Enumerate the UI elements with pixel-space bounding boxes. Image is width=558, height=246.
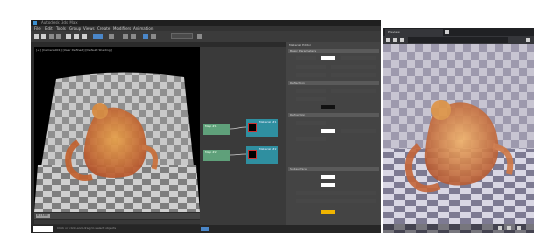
render-icon[interactable]	[197, 34, 202, 39]
section-basic[interactable]: Basic Parameters	[288, 49, 379, 53]
viewer-controls	[383, 224, 534, 233]
browser-toolbar	[383, 36, 534, 44]
section-refraction[interactable]: Refraction	[288, 113, 379, 117]
material-editor-icon[interactable]	[151, 34, 156, 39]
refraction-swatch[interactable]	[321, 129, 335, 133]
browser-window: Preview	[383, 28, 534, 233]
param-field-9[interactable]	[341, 129, 376, 133]
key-mode-icon[interactable]	[201, 227, 209, 231]
param-field-6[interactable]	[331, 89, 376, 93]
node-wires	[229, 126, 247, 156]
track-bar[interactable]	[34, 220, 200, 224]
diffuse-swatch[interactable]	[321, 56, 335, 60]
main-toolbar	[31, 31, 381, 42]
redo-icon[interactable]	[41, 34, 46, 39]
param-field-10[interactable]	[296, 137, 326, 141]
render-setup-icon[interactable]	[143, 34, 148, 39]
max-window: Autodesk 3ds Max File Edit Tools Group V…	[31, 20, 381, 233]
param-field-4[interactable]	[331, 73, 376, 77]
pan-icon[interactable]	[498, 226, 502, 230]
sss-swatch-2[interactable]	[321, 183, 335, 187]
param-field-12[interactable]	[296, 199, 376, 203]
frame-readout: 0 / 100	[37, 213, 48, 217]
section-basic-label: Basic Parameters	[290, 49, 317, 53]
node-editor[interactable]: Map #1 Material #1 Map #2 Material #2	[200, 47, 286, 225]
window-title: Autodesk 3ds Max	[41, 20, 78, 25]
new-tab-icon[interactable]	[445, 30, 449, 34]
section-subsurface-label: Subsurface	[290, 167, 307, 171]
render-preview	[383, 44, 534, 233]
param-field-8[interactable]	[296, 121, 326, 125]
undo-icon[interactable]	[34, 34, 39, 39]
reflection-swatch[interactable]	[321, 105, 335, 109]
param-field-7[interactable]	[296, 97, 326, 101]
browser-tab-title: Preview	[388, 30, 400, 34]
status-bar: Click or click-and-drag to select object…	[31, 225, 381, 233]
move-icon[interactable]	[74, 34, 79, 39]
section-subsurface[interactable]: Subsurface	[288, 167, 379, 171]
viewport[interactable]: [+] [Camera001] [User Defined] [Default …	[34, 47, 200, 212]
render-scene	[34, 72, 200, 212]
forward-icon[interactable]	[393, 38, 397, 42]
roughness-field[interactable]	[341, 56, 376, 60]
status-text: Click or click-and-drag to select object…	[57, 226, 117, 230]
param-field-1[interactable]	[296, 65, 326, 69]
fullscreen-icon[interactable]	[517, 226, 521, 230]
menu-icon[interactable]	[526, 38, 530, 42]
param-field-5[interactable]	[296, 89, 326, 93]
refresh-icon[interactable]	[400, 38, 404, 42]
select-icon[interactable]	[66, 34, 71, 39]
orange-swatch[interactable]	[321, 210, 335, 214]
address-bar[interactable]	[408, 37, 508, 43]
unlink-icon[interactable]	[56, 34, 61, 39]
link-icon[interactable]	[49, 34, 54, 39]
snap-icon[interactable]	[109, 34, 114, 39]
browser-tab[interactable]: Preview	[385, 29, 443, 36]
back-icon[interactable]	[386, 38, 390, 42]
param-field-3[interactable]	[296, 73, 326, 77]
time-slider[interactable]: 0 / 100	[34, 213, 200, 219]
section-reflection-label: Reflection	[290, 81, 305, 85]
param-field-11[interactable]	[296, 191, 376, 195]
material-panel-title: Material Editor	[289, 43, 312, 47]
app-logo-icon	[33, 21, 37, 25]
maxscript-listener[interactable]	[33, 226, 53, 232]
mirror-icon[interactable]	[123, 34, 128, 39]
section-reflection[interactable]: Reflection	[288, 81, 379, 85]
align-icon[interactable]	[131, 34, 136, 39]
diffuse-field[interactable]	[296, 56, 316, 60]
scale-icon[interactable]	[93, 34, 103, 39]
section-refraction-label: Refraction	[290, 113, 306, 117]
param-field-2[interactable]	[331, 65, 376, 69]
create-selection-set[interactable]	[171, 33, 193, 39]
sss-swatch-1[interactable]	[321, 175, 335, 179]
rotate-icon[interactable]	[82, 34, 87, 39]
browser-tab-strip: Preview	[383, 28, 534, 36]
browser-content	[383, 44, 534, 233]
zoom-icon[interactable]	[507, 226, 511, 230]
material-panel: Material Editor Basic Parameters Reflect…	[286, 42, 381, 225]
